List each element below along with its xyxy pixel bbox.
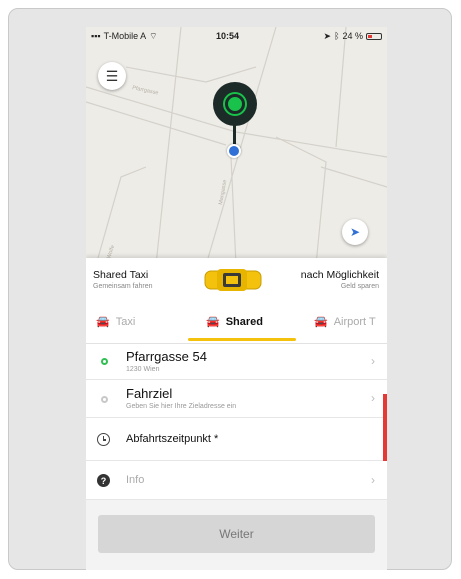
location-arrow-icon: ➤ bbox=[323, 30, 332, 41]
chevron-right-icon: › bbox=[371, 391, 375, 405]
phone-screen: Pfarrgasse Mangasse Wolfe ▪▪▪ T-Mobile A… bbox=[86, 27, 387, 570]
service-options: Shared Taxi Gemeinsam fahren nach Möglic… bbox=[86, 258, 387, 305]
hamburger-icon: ☰ bbox=[105, 67, 119, 84]
menu-button[interactable]: ☰ bbox=[98, 62, 126, 90]
tab-taxi-label: Taxi bbox=[115, 315, 136, 328]
tab-airport[interactable]: 🚘 Airport T bbox=[314, 315, 376, 329]
bluetooth-icon: ᛒ bbox=[334, 31, 340, 41]
tab-shared-label: Shared bbox=[225, 315, 263, 328]
map-view[interactable]: Pfarrgasse Mangasse Wolfe ▪▪▪ T-Mobile A… bbox=[86, 27, 387, 265]
ride-type-tabs: 🚘 Taxi 🚘 Shared 🚘 Airport T bbox=[86, 305, 387, 344]
tab-shared[interactable]: 🚘 Shared bbox=[206, 315, 263, 329]
pickup-address: Pfarrgasse 54 bbox=[126, 349, 207, 364]
clock-icon bbox=[97, 433, 110, 446]
airport-car-icon: 🚘 bbox=[314, 316, 328, 328]
destination-hint: Geben Sie hier Ihre Zieladresse ein bbox=[126, 403, 237, 410]
current-location-dot bbox=[227, 144, 241, 158]
weiter-button[interactable]: Weiter bbox=[98, 515, 375, 553]
pickup-row[interactable]: Pfarrgasse 54 1230 Wien › bbox=[86, 344, 387, 380]
as-possible-subtitle: Geld sparen bbox=[340, 283, 379, 290]
destination-dot-icon bbox=[101, 396, 108, 403]
wifi-icon: ⌔ bbox=[149, 30, 158, 41]
info-label: Info bbox=[126, 474, 145, 486]
as-possible-option[interactable]: nach Möglichkeit Geld sparen bbox=[301, 269, 379, 290]
departure-time-row[interactable]: Abfahrtszeitpunkt * bbox=[86, 418, 387, 461]
shared-car-icon: 🚘 bbox=[206, 316, 220, 328]
street-label-pfarrgasse: Pfarrgasse bbox=[132, 85, 159, 96]
carrier-label: T-Mobile A bbox=[103, 31, 147, 41]
navigation-arrow-icon: ➤ bbox=[349, 225, 361, 239]
destination-row[interactable]: Fahrziel Geben Sie hier Ihre Zieladresse… bbox=[86, 380, 387, 418]
taxi-car-icon bbox=[204, 269, 262, 291]
required-field-indicator bbox=[383, 394, 387, 461]
car-icon: 🚘 bbox=[96, 316, 110, 328]
signal-icon: ▪▪▪ bbox=[91, 31, 101, 41]
recenter-button[interactable]: ➤ bbox=[342, 219, 368, 245]
active-tab-indicator bbox=[188, 338, 296, 341]
shared-taxi-option[interactable]: Shared Taxi Gemeinsam fahren bbox=[93, 269, 153, 290]
info-row[interactable]: ? Info › bbox=[86, 461, 387, 500]
pin-center-icon bbox=[225, 94, 245, 114]
destination-title: Fahrziel bbox=[126, 386, 173, 401]
battery-label: 24 % bbox=[342, 31, 363, 41]
as-possible-title: nach Möglichkeit bbox=[300, 269, 379, 281]
clock-label: 10:54 bbox=[216, 31, 240, 41]
tab-airport-label: Airport T bbox=[333, 315, 376, 328]
shared-taxi-subtitle: Gemeinsam fahren bbox=[93, 283, 153, 290]
help-icon: ? bbox=[97, 474, 110, 487]
tab-taxi[interactable]: 🚘 Taxi bbox=[96, 315, 136, 329]
battery-icon bbox=[366, 32, 382, 40]
pickup-city: 1230 Wien bbox=[126, 366, 160, 373]
shared-taxi-title: Shared Taxi bbox=[93, 269, 149, 281]
pickup-pin[interactable] bbox=[213, 82, 257, 126]
chevron-right-icon: › bbox=[371, 473, 375, 487]
chevron-right-icon: › bbox=[371, 354, 375, 368]
pickup-dot-icon bbox=[101, 358, 108, 365]
departure-time-label: Abfahrtszeitpunkt * bbox=[126, 433, 219, 445]
status-bar: ▪▪▪ T-Mobile A ⌔ 10:54 ➤ ᛒ 24 % bbox=[86, 27, 387, 45]
